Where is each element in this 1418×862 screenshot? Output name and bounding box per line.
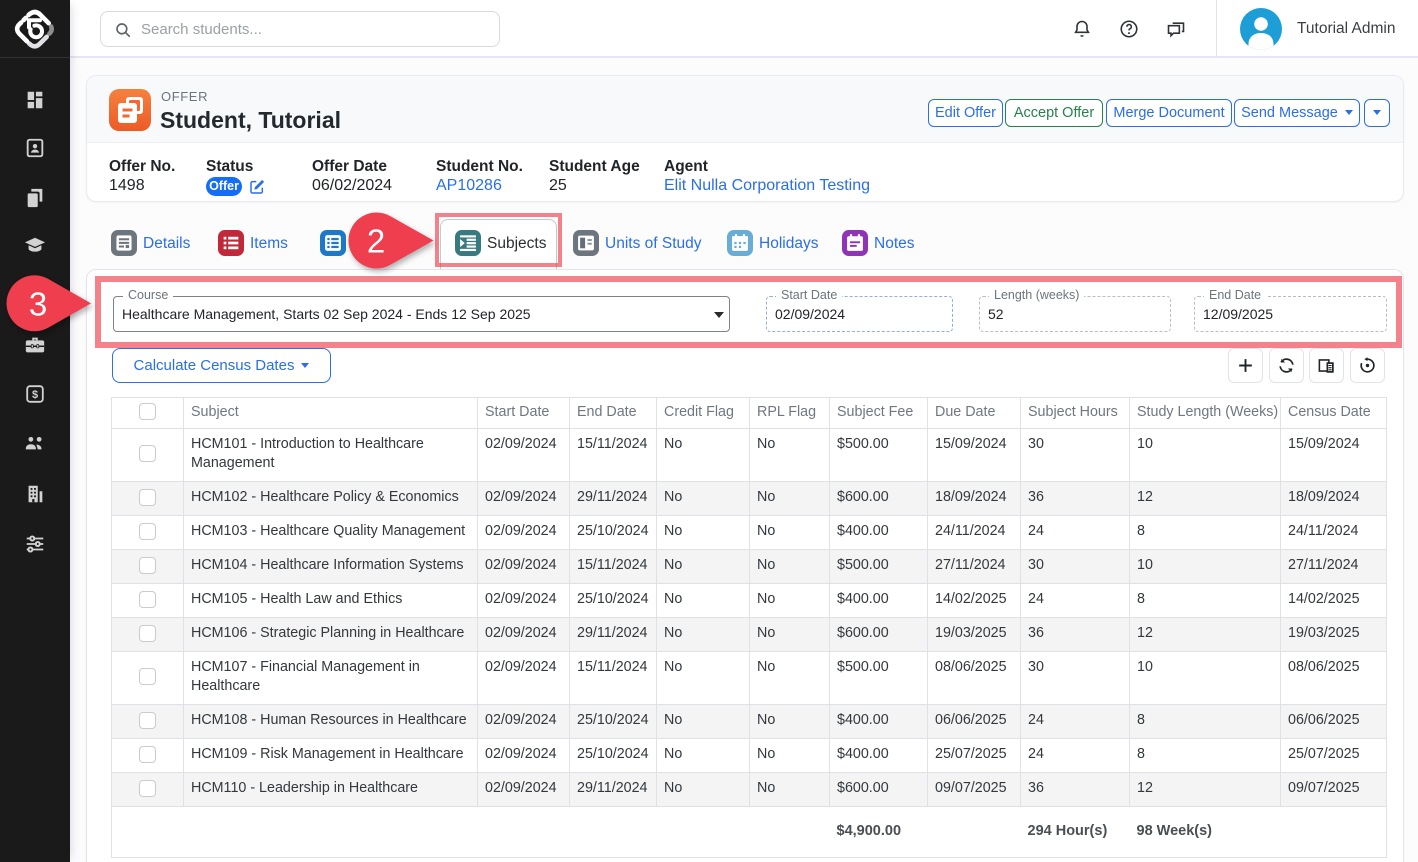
svg-text:2: 2 bbox=[367, 223, 385, 260]
svg-text:3: 3 bbox=[29, 286, 47, 323]
svg-text:$: $ bbox=[32, 389, 38, 401]
